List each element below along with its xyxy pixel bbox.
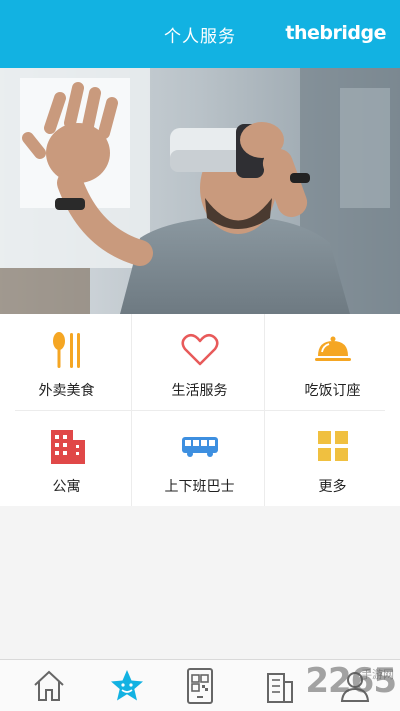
fork-spoon-icon <box>52 332 80 368</box>
service-apartment[interactable]: 公寓 <box>0 410 133 506</box>
service-label: 公寓 <box>52 479 81 495</box>
watermark-suffix: 手游网 <box>361 668 394 681</box>
home-icon <box>34 670 64 701</box>
service-label: 外卖美食 <box>38 383 95 399</box>
service-more[interactable]: 更多 <box>266 410 399 506</box>
service-commute-bus[interactable]: 上下班巴士 <box>133 410 266 506</box>
service-label: 上下班巴士 <box>164 479 235 495</box>
tab-scan[interactable] <box>180 666 220 706</box>
service-label: 吃饭订座 <box>304 383 361 399</box>
service-grid: 外卖美食 生活服务 吃饭订座 公寓 上下班巴士 更多 <box>0 314 400 506</box>
tab-home[interactable] <box>29 666 69 706</box>
service-label: 更多 <box>318 479 347 495</box>
service-life[interactable]: 生活服务 <box>133 314 266 410</box>
header-bar: 个人服务 thebridge <box>0 0 400 68</box>
building-icon <box>50 430 85 464</box>
grid-icon <box>317 431 348 461</box>
heart-icon <box>181 333 218 366</box>
promo-banner[interactable] <box>0 68 400 314</box>
service-label: 生活服务 <box>171 383 228 399</box>
brand-logo: thebridge <box>285 22 386 44</box>
qr-scan-icon <box>187 668 213 704</box>
star-icon <box>111 670 143 701</box>
bus-icon <box>181 437 218 457</box>
service-reservation[interactable]: 吃饭订座 <box>266 314 399 410</box>
vr-headset-photo <box>0 68 400 314</box>
tab-services[interactable] <box>107 666 147 706</box>
service-food-delivery[interactable]: 外卖美食 <box>0 314 133 410</box>
building-outline-icon <box>267 673 293 703</box>
tab-buildings[interactable] <box>259 666 299 706</box>
cloche-icon <box>314 336 351 361</box>
